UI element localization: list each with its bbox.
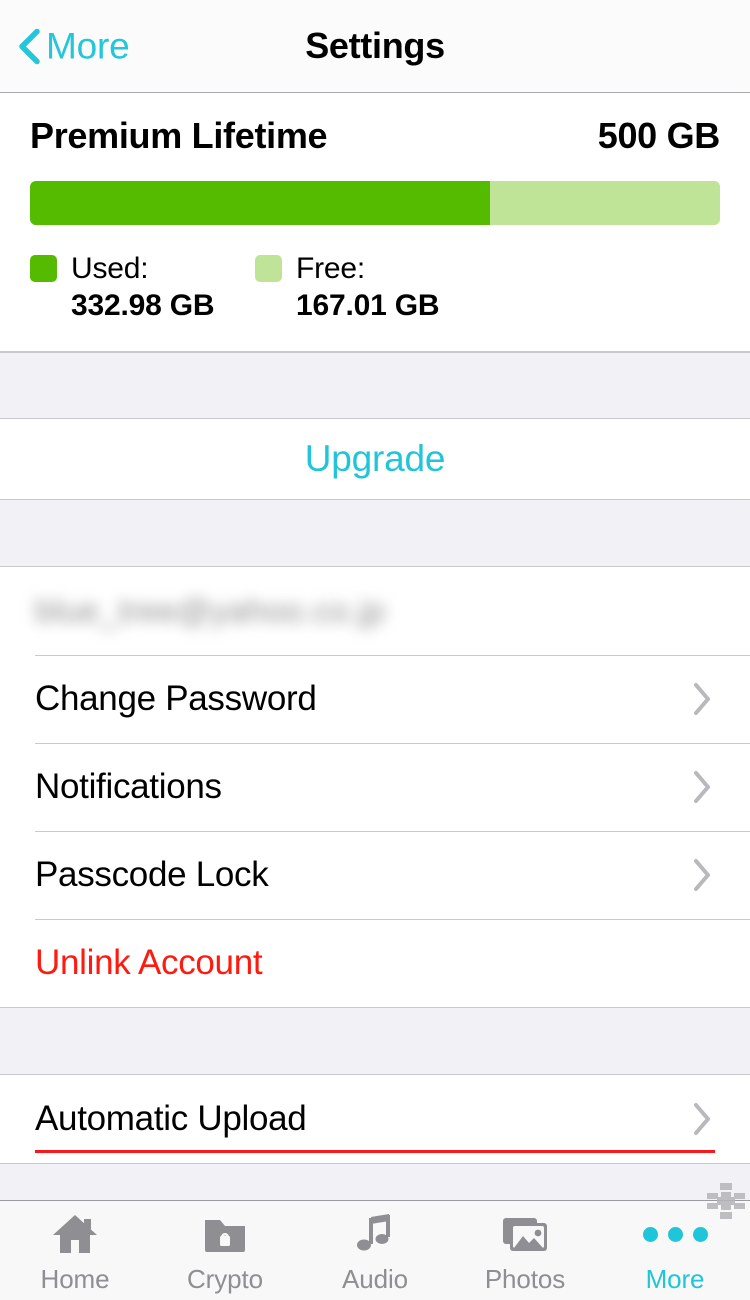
account-email-redacted: blue_tree@yahoo.co.jp (35, 591, 386, 629)
storage-panel: Premium Lifetime 500 GB Used: 332.98 GB (0, 93, 750, 352)
music-note-icon (348, 1212, 402, 1256)
folder-lock-icon (198, 1212, 252, 1256)
row-change-password[interactable]: Change Password (0, 654, 750, 743)
legend-item-used: Used: 332.98 GB (30, 251, 255, 325)
plan-quota: 500 GB (597, 115, 721, 156)
tab-audio[interactable]: Audio (300, 1201, 450, 1300)
legend-free-text: Free: 167.01 GB (296, 251, 439, 325)
upgrade-button[interactable]: Upgrade (0, 419, 750, 500)
row-label: Automatic Upload (35, 1098, 307, 1138)
back-button[interactable]: More (18, 28, 130, 65)
legend-item-free: Free: 167.01 GB (255, 251, 439, 325)
section-gap (0, 1006, 750, 1075)
row-label: Passcode Lock (35, 854, 269, 894)
used-value: 332.98 GB (71, 289, 215, 322)
storage-free-segment (489, 181, 720, 225)
plan-name: Premium Lifetime (30, 115, 328, 156)
dot (692, 1226, 708, 1242)
tab-home[interactable]: Home (0, 1201, 150, 1300)
free-value: 167.01 GB (296, 289, 440, 322)
storage-legend: Used: 332.98 GB Free: 167.01 GB (30, 251, 720, 325)
photos-icon (498, 1212, 552, 1256)
section-gap (0, 1162, 750, 1200)
row-automatic-upload[interactable]: Automatic Upload (0, 1074, 750, 1163)
row-label: Change Password (35, 678, 317, 718)
settings-scroll-area[interactable]: Premium Lifetime 500 GB Used: 332.98 GB (0, 93, 750, 1200)
resize-handle-icon[interactable] (706, 1182, 746, 1220)
chevron-right-icon (694, 1102, 710, 1135)
house-icon (48, 1212, 102, 1256)
tab-label: Crypto (187, 1264, 263, 1294)
free-swatch-icon (255, 255, 282, 282)
back-button-label: More (46, 25, 130, 67)
tab-label: Audio (342, 1264, 408, 1294)
tab-crypto[interactable]: Crypto (150, 1201, 300, 1300)
storage-header: Premium Lifetime 500 GB (30, 115, 720, 157)
row-unlink-account[interactable]: Unlink Account (0, 918, 750, 1007)
tab-label: Photos (484, 1264, 566, 1294)
legend-used-text: Used: 332.98 GB (71, 251, 214, 325)
tab-bar: Home Crypto Audio Photos More (0, 1183, 750, 1300)
chevron-right-icon (694, 770, 710, 803)
settings-screen: More Settings Premium Lifetime 500 GB Us… (0, 0, 750, 1300)
section-gap (0, 499, 750, 567)
row-label: Notifications (35, 766, 222, 806)
row-notifications[interactable]: Notifications (0, 742, 750, 831)
chevron-left-icon (19, 28, 40, 64)
upgrade-button-label: Upgrade (304, 438, 446, 480)
tab-label: More (645, 1264, 705, 1294)
tab-label: Home (40, 1264, 110, 1294)
dot (642, 1226, 658, 1242)
account-email-row: blue_tree@yahoo.co.jp (0, 566, 750, 655)
dot (667, 1226, 683, 1242)
section-gap (0, 351, 750, 420)
ellipsis-icon (642, 1212, 708, 1256)
account-section: blue_tree@yahoo.co.jp Change Password No… (0, 566, 750, 1007)
chevron-right-icon (694, 682, 710, 715)
annotation-underline (35, 1149, 715, 1153)
row-label: Unlink Account (35, 942, 263, 982)
tab-photos[interactable]: Photos (450, 1201, 600, 1300)
storage-progress-bar (30, 181, 720, 225)
used-swatch-icon (30, 255, 57, 282)
navigation-bar: More Settings (0, 0, 750, 93)
used-label: Used: (71, 252, 149, 285)
chevron-right-icon (694, 858, 710, 891)
free-label: Free: (296, 252, 366, 285)
upload-section: Automatic Upload (0, 1074, 750, 1163)
row-passcode-lock[interactable]: Passcode Lock (0, 830, 750, 919)
storage-used-segment (30, 181, 490, 225)
